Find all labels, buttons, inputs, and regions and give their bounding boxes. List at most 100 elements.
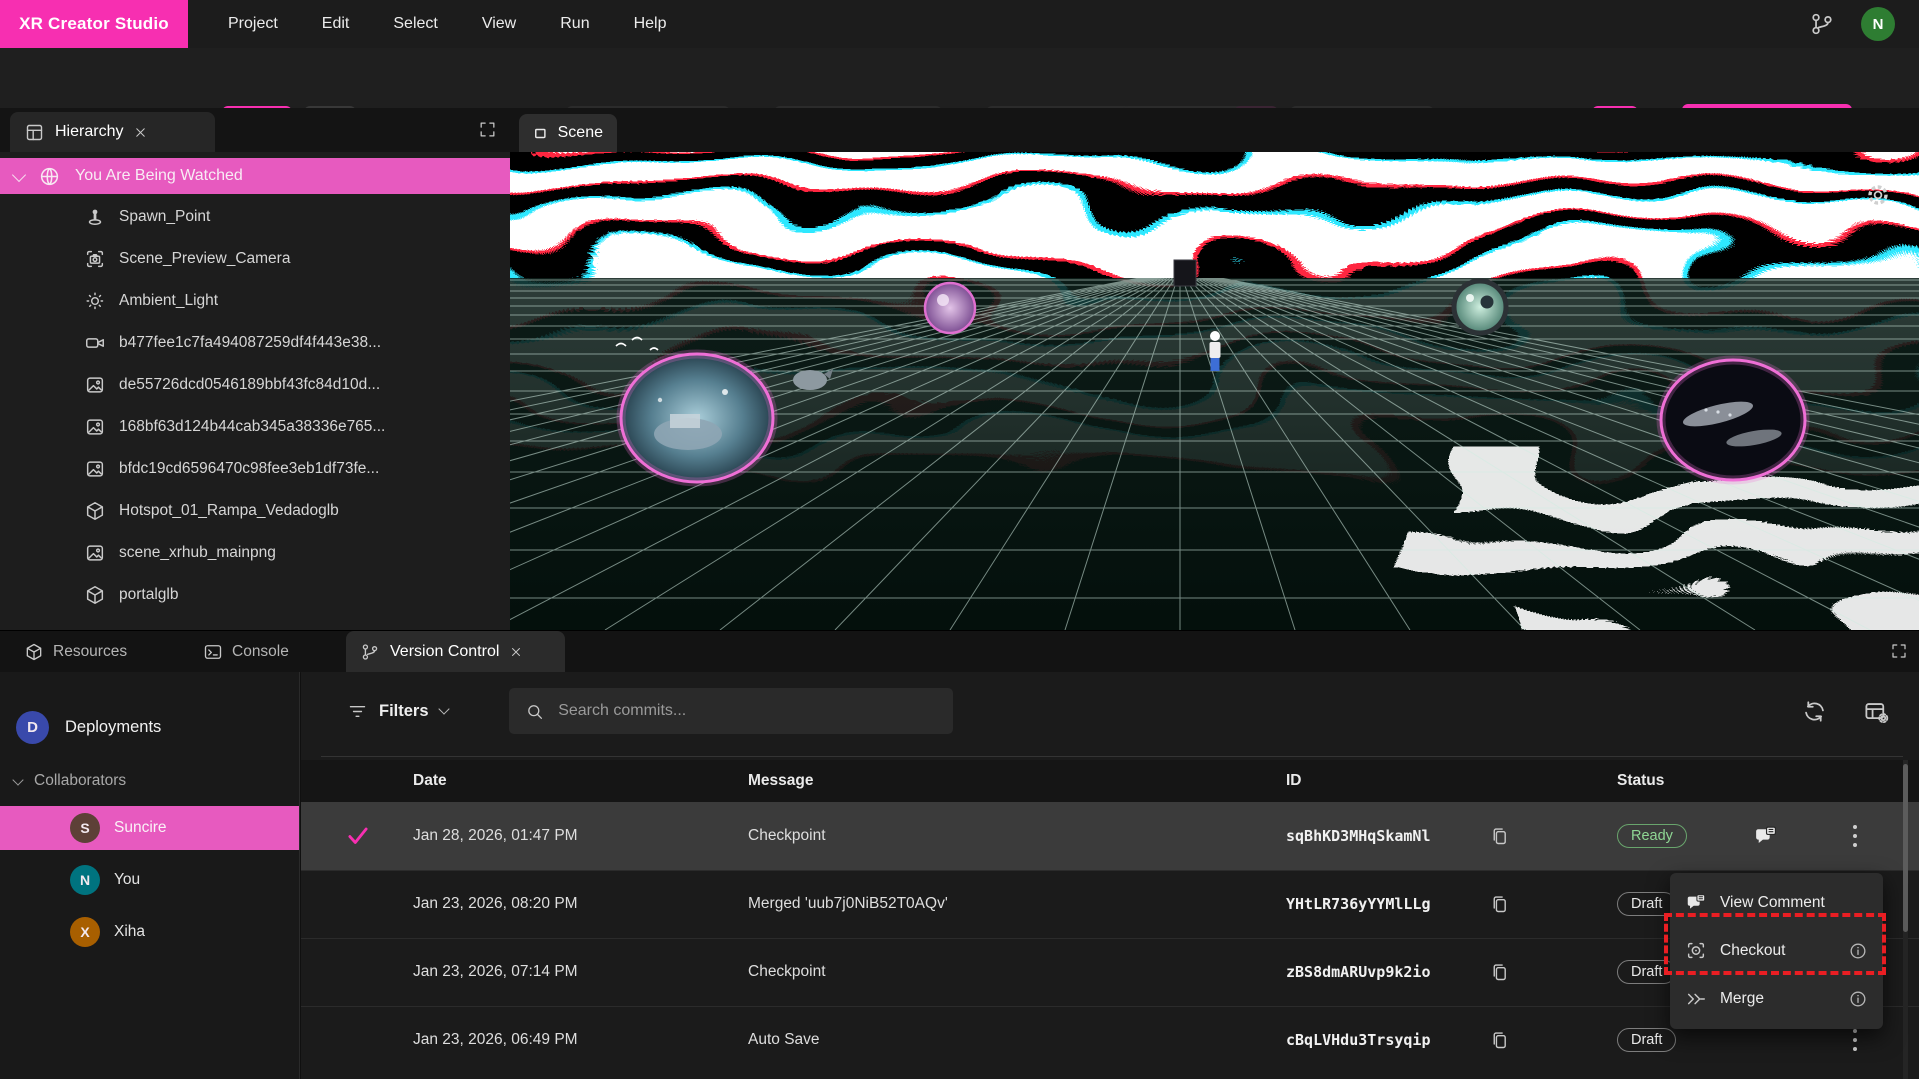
column-id[interactable]: ID — [1286, 760, 1302, 802]
menu-edit[interactable]: Edit — [322, 15, 350, 33]
menu-items: Project Edit Select View Run Help — [228, 15, 667, 33]
table-settings-icon[interactable] — [1863, 699, 1890, 726]
row-menu-kebab-icon[interactable] — [1853, 802, 1857, 870]
video-icon — [84, 332, 106, 354]
tab-console[interactable]: Console — [203, 631, 289, 673]
info-icon[interactable] — [1848, 989, 1868, 1009]
table-scrollbar[interactable] — [1903, 760, 1908, 1079]
hierarchy-item-label: bfdc19cd6596470c98fee3eb1df73fe... — [119, 460, 379, 478]
menu-bar-right: N — [1809, 7, 1895, 41]
commit-id: sqBhKD3MHqSkamNl — [1286, 802, 1431, 870]
menu-help[interactable]: Help — [634, 15, 667, 33]
merge-icon — [1685, 988, 1707, 1010]
hierarchy-item[interactable]: b477fee1c7fa494087259df4f443e38... — [0, 322, 510, 364]
collaborator-suncire[interactable]: S Suncire — [0, 806, 299, 850]
model-icon — [84, 584, 106, 606]
sidebar-item-deployments[interactable]: D Deployments — [0, 704, 315, 750]
panel-expand-icon[interactable] — [1890, 642, 1908, 660]
collaborators-header[interactable]: Collaborators — [0, 764, 313, 798]
orb-purple[interactable] — [925, 283, 975, 333]
commit-message: Merged 'uub7j0NiB52T0AQv' — [748, 870, 948, 938]
tab-hierarchy[interactable]: Hierarchy — [10, 112, 215, 152]
commit-date: Jan 23, 2026, 07:14 PM — [413, 938, 578, 1006]
chevron-down-icon[interactable] — [12, 168, 26, 182]
deployments-avatar: D — [16, 711, 49, 744]
orb-teal[interactable] — [1454, 281, 1506, 333]
distant-structure — [1174, 260, 1196, 286]
column-date[interactable]: Date — [413, 760, 447, 802]
resources-tab-label: Resources — [53, 643, 127, 661]
search-commits-input[interactable] — [556, 701, 937, 721]
spawn-point-icon — [84, 206, 106, 228]
git-branch-icon[interactable] — [1809, 11, 1835, 37]
user-avatar[interactable]: N — [1861, 7, 1895, 41]
collaborator-you[interactable]: N You — [0, 858, 299, 902]
hierarchy-item[interactable]: scene_xrhub_mainpng — [0, 532, 510, 574]
xr-creator-studio-app: XR Creator Studio Project Edit Select Vi… — [0, 0, 1919, 1079]
hierarchy-panel-icon — [24, 122, 45, 143]
context-item-label: Merge — [1720, 990, 1764, 1008]
collaborator-avatar: X — [70, 917, 100, 947]
filters-dropdown[interactable]: Filters — [347, 690, 448, 732]
commit-message: Auto Save — [748, 1006, 820, 1074]
camera-icon — [84, 248, 106, 270]
tab-resources[interactable]: Resources — [24, 631, 127, 673]
menu-select[interactable]: Select — [393, 15, 437, 33]
copy-icon[interactable] — [1489, 870, 1510, 938]
hierarchy-item[interactable]: 168bf63d124b44cab345a38336e765... — [0, 406, 510, 448]
collaborator-avatar: N — [70, 865, 100, 895]
column-status[interactable]: Status — [1617, 760, 1664, 802]
chevron-down-icon — [438, 703, 449, 714]
copy-icon[interactable] — [1489, 938, 1510, 1006]
menu-view[interactable]: View — [482, 15, 516, 33]
hierarchy-item[interactable]: Scene_Preview_Camera — [0, 238, 510, 280]
image-icon — [84, 374, 106, 396]
scene-window-icon — [533, 124, 548, 143]
scrollbar-thumb[interactable] — [1903, 764, 1908, 932]
status-badge: Ready — [1617, 802, 1687, 870]
column-message[interactable]: Message — [748, 760, 813, 802]
commit-message: Checkpoint — [748, 802, 826, 870]
globe-icon — [38, 165, 61, 188]
copy-icon[interactable] — [1489, 802, 1510, 870]
hierarchy-root-row[interactable]: You Are Being Watched — [0, 158, 510, 194]
menu-run[interactable]: Run — [560, 15, 589, 33]
commit-row[interactable]: Jan 28, 2026, 01:47 PM Checkpoint sqBhKD… — [301, 802, 1919, 871]
tab-version-control[interactable]: Version Control — [346, 631, 565, 673]
portal-left[interactable] — [621, 354, 773, 482]
commit-date: Jan 23, 2026, 08:20 PM — [413, 870, 578, 938]
close-icon[interactable] — [509, 645, 523, 659]
tab-scene[interactable]: Scene — [519, 114, 617, 152]
hierarchy-item[interactable]: bfdc19cd6596470c98fee3eb1df73fe... — [0, 448, 510, 490]
context-item-merge[interactable]: Merge — [1670, 975, 1883, 1023]
hierarchy-item[interactable]: Ambient_Light — [0, 280, 510, 322]
collaborator-xiha[interactable]: X Xiha — [0, 910, 299, 954]
image-icon — [84, 542, 106, 564]
checkout-icon — [1685, 940, 1707, 962]
collaborator-name: Xiha — [114, 923, 145, 941]
info-icon[interactable] — [1848, 941, 1868, 961]
viewport-settings-gear-icon[interactable] — [1865, 182, 1891, 208]
hierarchy-item[interactable]: Hotspot_01_Rampa_Vedadoglb — [0, 490, 510, 532]
hierarchy-item[interactable]: de55726dcd0546189bbf43fc84d10d... — [0, 364, 510, 406]
scene-viewport[interactable] — [510, 152, 1919, 630]
copy-icon[interactable] — [1489, 1006, 1510, 1074]
hierarchy-item[interactable]: portalglb — [0, 574, 510, 616]
close-icon[interactable] — [133, 125, 148, 140]
search-icon — [525, 701, 544, 722]
refresh-icon[interactable] — [1801, 698, 1828, 725]
portal-right[interactable] — [1661, 360, 1805, 480]
image-icon — [84, 416, 106, 438]
scene-render — [510, 152, 1919, 630]
hierarchy-item[interactable]: Spawn_Point — [0, 196, 510, 238]
lower-tab-strip: Resources Console Version Control — [0, 630, 1919, 673]
commit-context-menu: View Comment Checkout Merge — [1670, 873, 1883, 1029]
version-control-sidebar: D Deployments Collaborators S Suncire N … — [0, 672, 300, 1079]
hierarchy-item-label: portalglb — [119, 586, 178, 604]
menu-project[interactable]: Project — [228, 15, 278, 33]
light-icon — [84, 290, 106, 312]
comment-icon[interactable] — [1753, 802, 1778, 870]
hierarchy-expand-icon[interactable] — [478, 120, 497, 139]
context-item-view-comment[interactable]: View Comment — [1670, 879, 1883, 927]
context-item-checkout[interactable]: Checkout — [1670, 927, 1883, 975]
